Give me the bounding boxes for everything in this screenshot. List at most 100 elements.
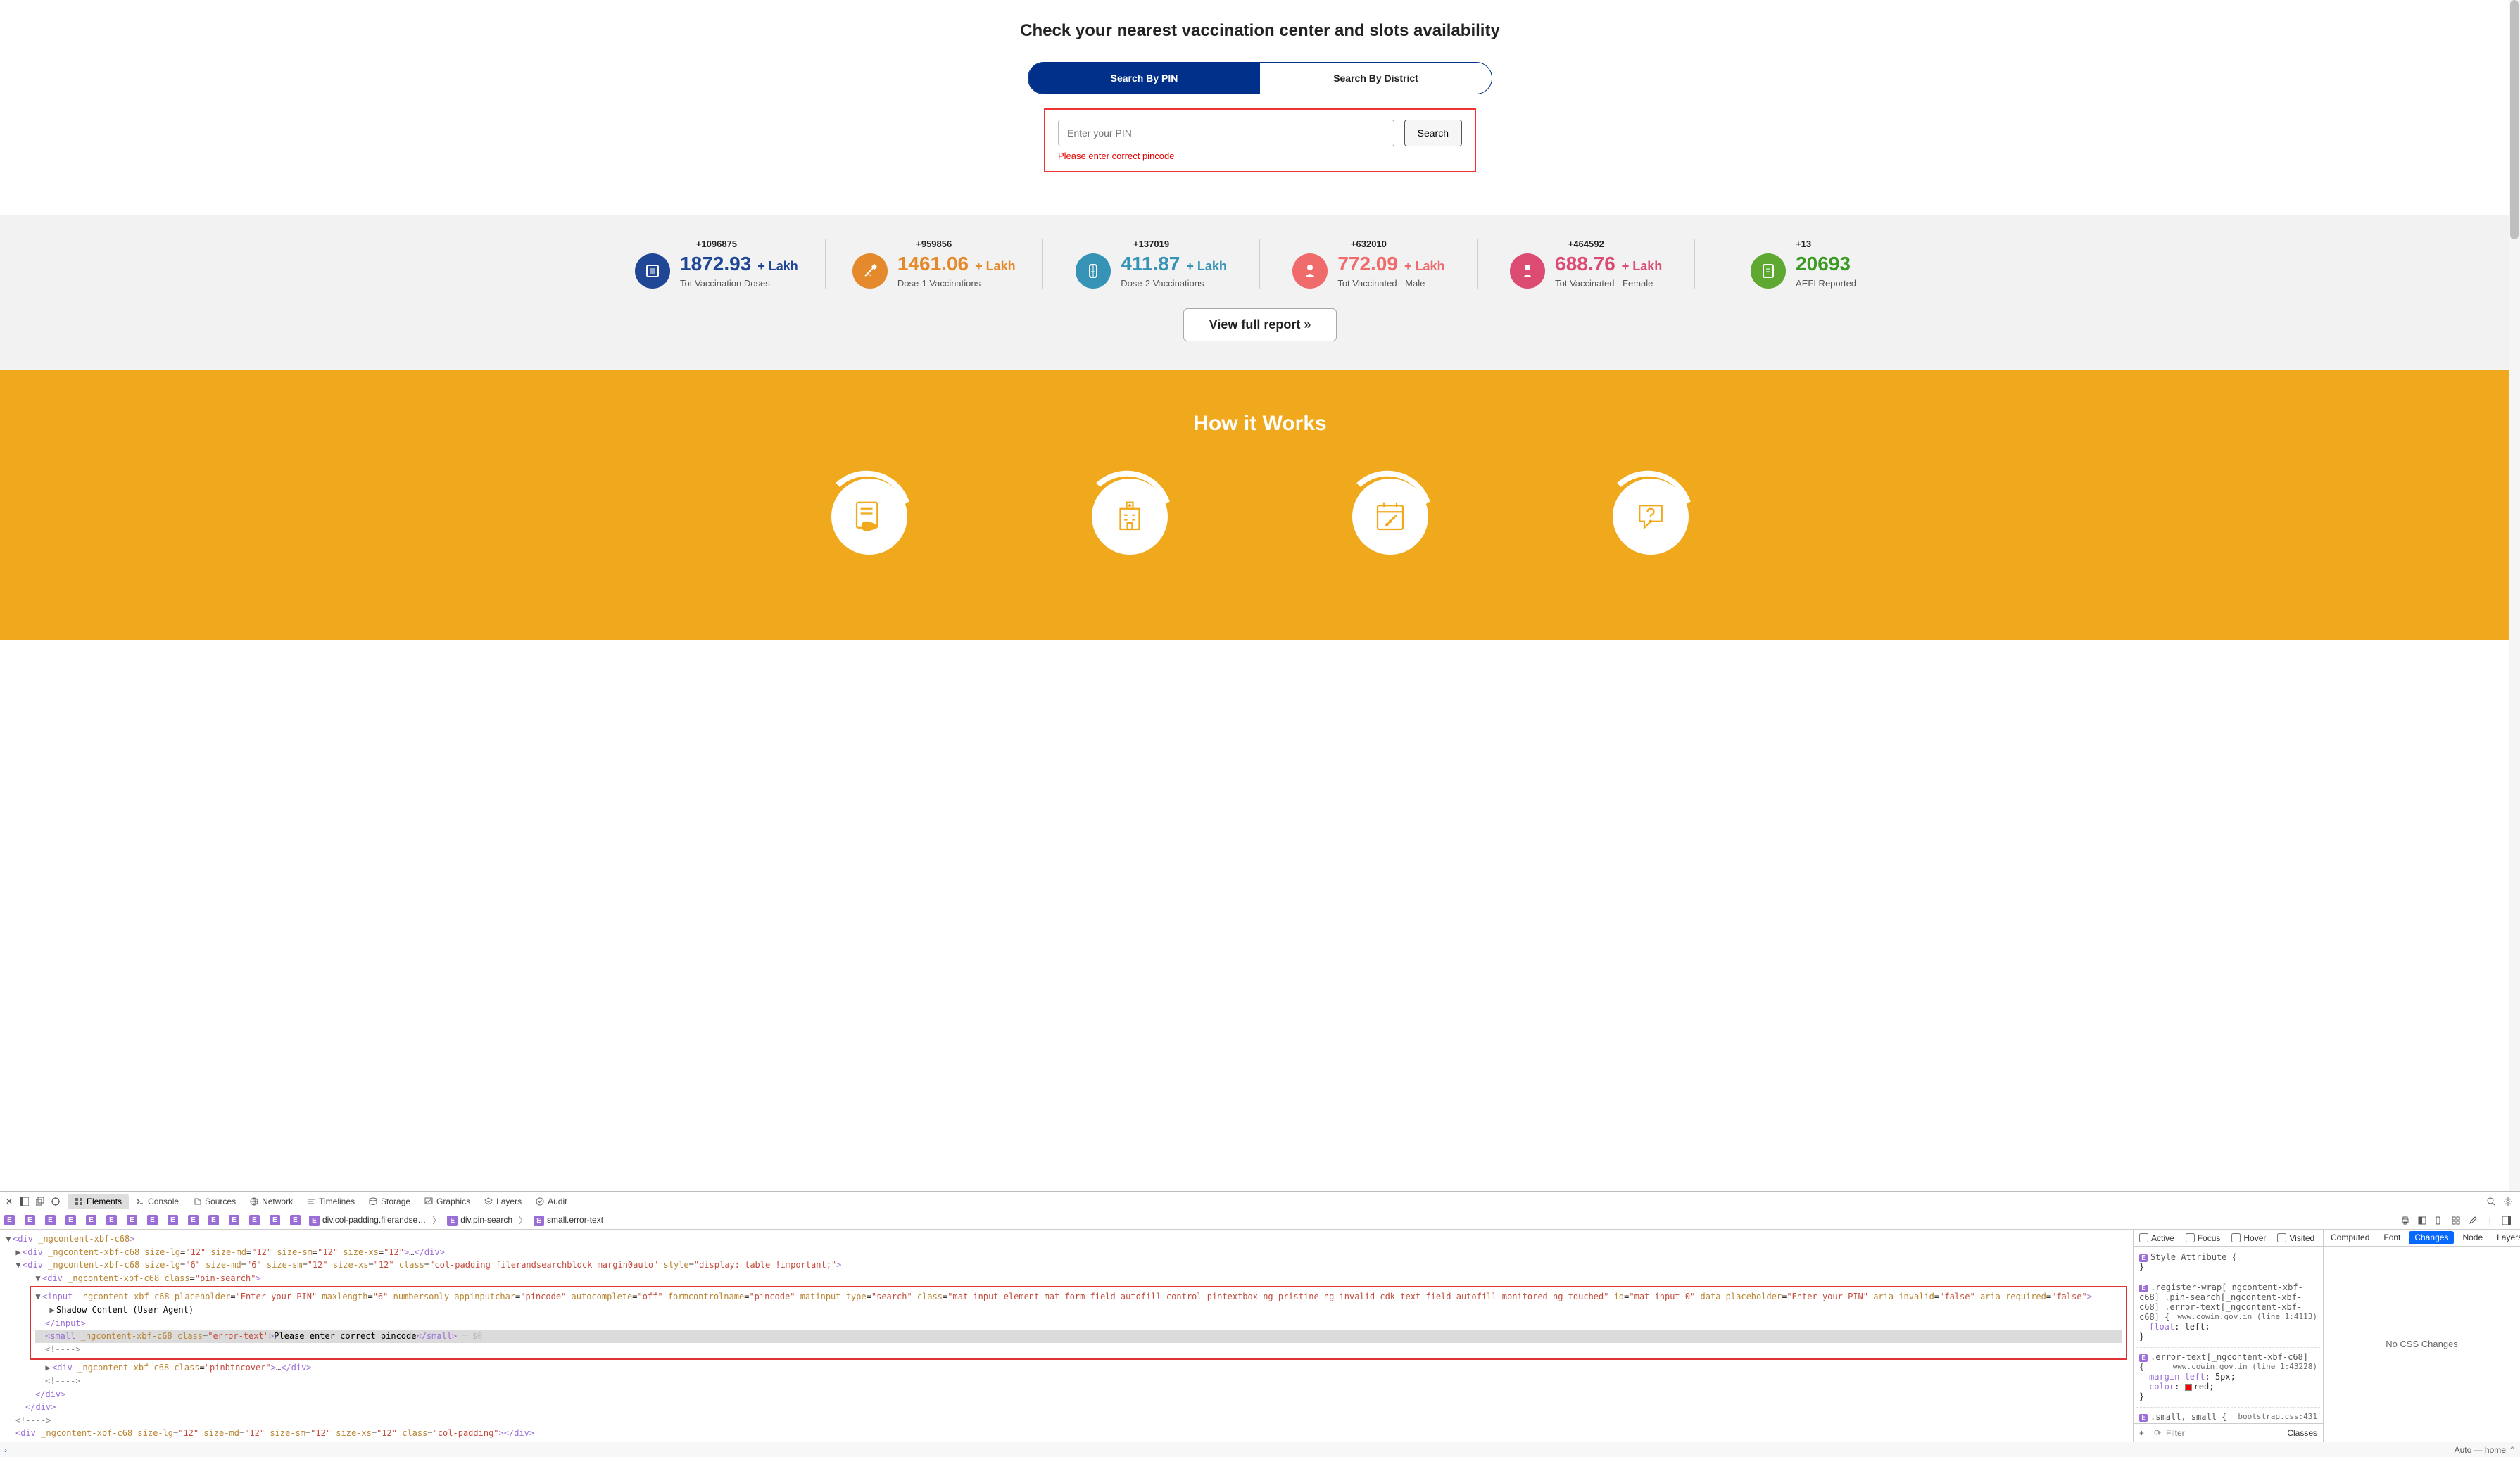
edit-pencil-icon[interactable]: [2468, 1216, 2478, 1225]
ancestor-chip[interactable]: E: [45, 1215, 56, 1225]
style-rules-list[interactable]: EStyle Attribute {} E.register-wrap[_ngco…: [2134, 1247, 2323, 1423]
page-scrollbar-thumb[interactable]: [2510, 0, 2519, 239]
stat-delta: +1096875: [696, 239, 737, 249]
stat-value: 688.76: [1555, 253, 1615, 275]
print-styles-icon[interactable]: [2400, 1216, 2410, 1225]
stat-cell: +9598561461.06 + LakhDose-1 Vaccinations: [826, 239, 1043, 289]
dock-popup-icon[interactable]: [35, 1197, 45, 1206]
details-tab-layers[interactable]: Layers: [2490, 1230, 2520, 1246]
devtools-tab-timelines[interactable]: Timelines: [300, 1194, 362, 1209]
ancestor-chip[interactable]: E: [65, 1215, 76, 1225]
ancestor-chip[interactable]: E: [147, 1215, 158, 1225]
ancestor-chip[interactable]: E: [25, 1215, 35, 1225]
how-step-help: [1598, 464, 1703, 569]
search-button[interactable]: Search: [1404, 120, 1462, 146]
vaccination-search-section: Check your nearest vaccination center an…: [0, 0, 2520, 215]
force-appearance-icon[interactable]: [2417, 1216, 2427, 1225]
stat-icon: [635, 253, 670, 289]
stat-delta: +137019: [1133, 239, 1169, 249]
device-rotate-icon[interactable]: [2434, 1216, 2444, 1225]
devtools-tab-audit[interactable]: Audit: [529, 1194, 574, 1209]
breadcrumb-item[interactable]: Ediv.pin-search: [447, 1215, 512, 1226]
devtools-tab-graphics[interactable]: Graphics: [417, 1194, 477, 1209]
close-devtools-icon[interactable]: ✕: [4, 1197, 14, 1206]
stat-value: 411.87: [1121, 253, 1180, 275]
devtools-tab-layers[interactable]: Layers: [477, 1194, 529, 1209]
ancestor-chip[interactable]: E: [270, 1215, 280, 1225]
ancestor-chip[interactable]: E: [208, 1215, 219, 1225]
stat-value: 1872.93: [680, 253, 751, 275]
stat-delta: +464592: [1568, 239, 1604, 249]
devtools-tab-console[interactable]: Console: [129, 1194, 186, 1209]
toggle-sidebar-icon[interactable]: [2502, 1216, 2512, 1225]
styles-filter-input[interactable]: [2162, 1428, 2281, 1438]
tab-search-by-pin[interactable]: Search By PIN: [1028, 63, 1260, 94]
details-tab-changes[interactable]: Changes: [2409, 1231, 2454, 1244]
view-full-report-link[interactable]: View full report »: [1183, 308, 1337, 341]
console-context-selector[interactable]: Auto — home⌃: [2455, 1445, 2516, 1455]
layout-grid-icon[interactable]: [2451, 1216, 2461, 1225]
pseudo-visited[interactable]: Visited: [2277, 1233, 2314, 1243]
toggle-classes-button[interactable]: Classes: [2281, 1425, 2323, 1441]
ancestor-chip[interactable]: E: [290, 1215, 301, 1225]
ancestor-chip[interactable]: E: [86, 1215, 96, 1225]
devtools-console-bar[interactable]: › Auto — home⌃: [0, 1442, 2520, 1457]
details-tab-computed[interactable]: Computed: [2324, 1230, 2376, 1246]
pin-input[interactable]: [1058, 120, 1394, 146]
stat-icon: [1510, 253, 1545, 289]
ancestor-chip[interactable]: E: [249, 1215, 260, 1225]
style-rule[interactable]: EStyle Attribute {}: [2136, 1251, 2320, 1278]
devtools-tab-sources[interactable]: Sources: [186, 1194, 243, 1209]
devtools-tab-network[interactable]: Network: [243, 1194, 300, 1209]
stat-value: 20693: [1796, 253, 1851, 275]
hospital-icon: [1111, 498, 1149, 536]
details-tab-node[interactable]: Node: [2455, 1230, 2490, 1246]
stat-delta: +959856: [916, 239, 952, 249]
stat-cell: +10968751872.93 + LakhTot Vaccination Do…: [608, 239, 826, 289]
new-rule-button[interactable]: +: [2134, 1424, 2150, 1442]
pseudo-focus[interactable]: Focus: [2186, 1233, 2221, 1243]
search-mode-tabs: Search By PIN Search By District: [0, 62, 2520, 94]
inspect-element-icon[interactable]: [51, 1197, 61, 1206]
dom-tree-panel[interactable]: ▼<div _ngcontent-xbf-c68> ▶<div _ngconte…: [0, 1230, 2133, 1442]
page-scrollbar-track[interactable]: [2509, 0, 2520, 1191]
ancestor-chip[interactable]: E: [127, 1215, 137, 1225]
details-tabs: ComputedFontChangesNodeLayers: [2324, 1230, 2520, 1247]
pseudo-class-toggles: Active Focus Hover Visited: [2134, 1230, 2323, 1247]
devtools-left-controls: ✕: [4, 1197, 66, 1206]
stat-unit: + Lakh: [1401, 259, 1445, 273]
style-rule[interactable]: E.register-wrap[_ngcontent-xbf-c68] .pin…: [2136, 1281, 2320, 1348]
ancestor-chip[interactable]: E: [106, 1215, 117, 1225]
devtools-settings-icon[interactable]: [2503, 1197, 2513, 1206]
devtools-search-icon[interactable]: [2486, 1197, 2496, 1206]
ancestor-chip[interactable]: E: [168, 1215, 178, 1225]
tab-search-by-district[interactable]: Search By District: [1260, 63, 1492, 94]
stat-unit: + Lakh: [1618, 259, 1663, 273]
devtools-tab-storage[interactable]: Storage: [362, 1194, 417, 1209]
stat-cell: +632010772.09 + LakhTot Vaccinated - Mal…: [1260, 239, 1478, 289]
ancestor-chip[interactable]: E: [4, 1215, 15, 1225]
how-it-works-row: [0, 464, 2520, 569]
dock-left-icon[interactable]: [20, 1197, 30, 1206]
pseudo-hover[interactable]: Hover: [2231, 1233, 2266, 1243]
pin-search-highlight-box: Please enter correct pincode Search: [1044, 108, 1476, 172]
style-rule[interactable]: E.error-text[_ngcontent-xbf-c68] {www.co…: [2136, 1351, 2320, 1408]
styles-filter-bar: + Classes: [2134, 1423, 2323, 1442]
style-rule[interactable]: E.small, small {bootstrap.css:431font-si…: [2136, 1411, 2320, 1423]
breadcrumb-item[interactable]: Esmall.error-text: [534, 1215, 603, 1226]
stat-cell: +464592688.76 + LakhTot Vaccinated - Fem…: [1478, 239, 1695, 289]
devtools-breadcrumb-row: EEEEEEEEEEEEEEE Ediv.col-padding.fileran…: [0, 1211, 2520, 1230]
details-tab-font[interactable]: Font: [2376, 1230, 2407, 1246]
ancestor-chip[interactable]: E: [188, 1215, 199, 1225]
styles-panel: Active Focus Hover Visited EStyle Attrib…: [2133, 1230, 2323, 1442]
devtools-tab-elements[interactable]: Elements: [68, 1194, 129, 1209]
pseudo-active[interactable]: Active: [2139, 1233, 2174, 1243]
stat-value: 772.09: [1337, 253, 1398, 275]
ancestor-chip[interactable]: E: [229, 1215, 239, 1225]
how-step-schedule: [1337, 464, 1443, 569]
document-card-icon: [850, 498, 888, 536]
stat-icon: [1292, 253, 1328, 289]
stat-cell: +1320693AEFI Reported: [1695, 239, 1912, 289]
breadcrumb-item[interactable]: Ediv.col-padding.filerandse…: [309, 1215, 426, 1226]
page-headline: Check your nearest vaccination center an…: [0, 21, 2520, 41]
